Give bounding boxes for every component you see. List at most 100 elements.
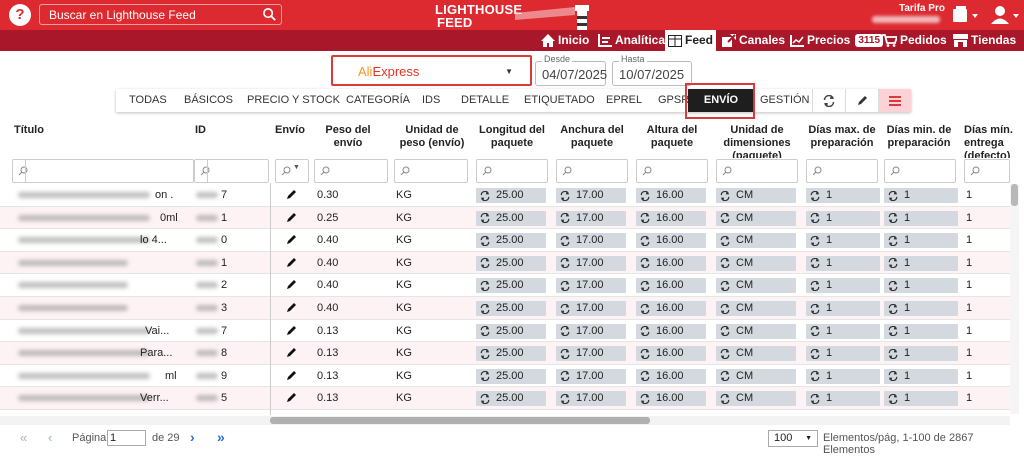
- alt-cell[interactable]: 16.00: [636, 210, 706, 226]
- edit-shipping-button[interactable]: [286, 302, 297, 314]
- tab-etiquetado[interactable]: ETIQUETADO: [524, 89, 595, 112]
- dim-cell[interactable]: CM: [716, 188, 796, 203]
- anch-cell[interactable]: 17.00: [556, 368, 626, 384]
- edit-shipping-button[interactable]: [286, 325, 297, 337]
- table-row[interactable]: Para... 8 0.13 KG 25.00 17.00 16.00 CM 1 1 1: [0, 342, 1010, 365]
- anch-cell[interactable]: 17.00: [556, 391, 626, 407]
- dmax-cell[interactable]: 1: [806, 210, 880, 226]
- column-filter-input[interactable]: [394, 159, 468, 183]
- anch-cell[interactable]: 17.00: [556, 188, 626, 203]
- col-header-id[interactable]: ID: [195, 124, 206, 137]
- table-row[interactable]: 0ml 1 0.25 KG 25.00 17.00 16.00 CM 1 1 1: [0, 206, 1010, 230]
- long-cell[interactable]: 25.00: [476, 233, 546, 249]
- tab-basicos[interactable]: BÁSICOS: [184, 89, 233, 112]
- column-filter-input[interactable]: [194, 159, 269, 183]
- alt-cell[interactable]: 16.00: [636, 233, 706, 249]
- column-filter-input[interactable]: [556, 159, 628, 183]
- nav-canales[interactable]: Canales: [722, 30, 785, 51]
- dmax-cell[interactable]: 1: [806, 346, 880, 362]
- dmax-cell[interactable]: 1: [806, 301, 880, 316]
- next-page-icon[interactable]: ›: [190, 429, 195, 445]
- dmax-cell[interactable]: 1: [806, 255, 880, 271]
- anch-cell[interactable]: 17.00: [556, 255, 626, 271]
- long-cell[interactable]: 25.00: [476, 301, 546, 316]
- column-filter-input[interactable]: [314, 159, 388, 183]
- alt-cell[interactable]: 16.00: [636, 188, 706, 203]
- col-header-unidad-dim[interactable]: Unidad de dimensiones (paquete): [716, 124, 798, 158]
- column-filter-input[interactable]: [964, 159, 1010, 183]
- col-header-longitud[interactable]: Longitud del paquete: [476, 124, 548, 150]
- nav-inicio[interactable]: Inicio: [541, 30, 589, 51]
- store-dropdown-icon[interactable]: [951, 5, 981, 25]
- long-cell[interactable]: 25.00: [476, 323, 546, 339]
- dim-cell[interactable]: CM: [716, 368, 796, 384]
- date-to-field[interactable]: Hasta 10/07/2025: [612, 54, 692, 86]
- dmax-cell[interactable]: 1: [806, 233, 880, 249]
- edit-shipping-button[interactable]: [286, 392, 297, 404]
- tab-detalle[interactable]: DETALLE: [461, 89, 509, 112]
- long-cell[interactable]: 25.00: [476, 368, 546, 384]
- anch-cell[interactable]: 17.00: [556, 301, 626, 316]
- dim-cell[interactable]: CM: [716, 323, 796, 339]
- dim-cell[interactable]: CM: [716, 278, 796, 294]
- edit-shipping-button[interactable]: [286, 234, 297, 246]
- edit-shipping-button[interactable]: [286, 212, 297, 224]
- first-page-icon[interactable]: «: [20, 430, 27, 445]
- refresh-tool-button[interactable]: [812, 89, 845, 112]
- long-cell[interactable]: 25.00: [476, 188, 546, 203]
- alt-cell[interactable]: 16.00: [636, 255, 706, 271]
- menu-tool-button[interactable]: [878, 89, 911, 112]
- nav-analitica[interactable]: Analítica: [598, 30, 665, 51]
- nav-precios[interactable]: Precios 3115: [790, 30, 884, 51]
- col-header-unidad-peso[interactable]: Unidad de peso (envío): [396, 124, 468, 150]
- dmax-cell[interactable]: 1: [806, 323, 880, 339]
- col-header-peso[interactable]: Peso del envío: [318, 124, 378, 150]
- anch-cell[interactable]: 17.00: [556, 210, 626, 226]
- nav-pedidos[interactable]: Pedidos: [882, 30, 947, 51]
- dmin-cell[interactable]: 1: [884, 255, 958, 271]
- prev-page-icon[interactable]: ‹: [48, 430, 52, 445]
- vertical-scroll-thumb[interactable]: [1011, 184, 1018, 206]
- col-header-dias-max[interactable]: Días max. de preparación: [806, 124, 878, 150]
- table-row[interactable]: Vai... 7 0.13 KG 25.00 17.00 16.00 CM 1 1 1: [0, 320, 1010, 343]
- dmax-cell[interactable]: 1: [806, 188, 880, 203]
- alt-cell[interactable]: 16.00: [636, 368, 706, 384]
- dim-cell[interactable]: CM: [716, 210, 796, 226]
- dim-cell[interactable]: CM: [716, 391, 796, 407]
- long-cell[interactable]: 25.00: [476, 278, 546, 294]
- column-filter-input[interactable]: ▼: [275, 159, 309, 183]
- dim-cell[interactable]: CM: [716, 233, 796, 249]
- tab-ids[interactable]: IDS: [422, 89, 440, 112]
- search-input[interactable]: Buscar en Lighthouse Feed: [39, 4, 282, 25]
- dim-cell[interactable]: CM: [716, 301, 796, 316]
- edit-shipping-button[interactable]: [286, 370, 297, 382]
- long-cell[interactable]: 25.00: [476, 210, 546, 226]
- dmax-cell[interactable]: 1: [806, 368, 880, 384]
- long-cell[interactable]: 25.00: [476, 255, 546, 271]
- alt-cell[interactable]: 16.00: [636, 323, 706, 339]
- dmin-cell[interactable]: 1: [884, 391, 958, 407]
- anch-cell[interactable]: 17.00: [556, 346, 626, 362]
- col-header-envio[interactable]: Envío: [275, 124, 305, 137]
- vertical-scrollbar[interactable]: [1010, 184, 1019, 414]
- dmin-cell[interactable]: 1: [884, 210, 958, 226]
- alt-cell[interactable]: 16.00: [636, 391, 706, 407]
- dmin-cell[interactable]: 1: [884, 346, 958, 362]
- column-filter-input[interactable]: [806, 159, 878, 183]
- table-row[interactable]: lo 4... 0 0.40 KG 25.00 17.00 16.00 CM 1 1 1: [0, 229, 1010, 252]
- help-icon[interactable]: ?: [9, 4, 31, 26]
- table-row[interactable]: 1 0.40 KG 25.00 17.00 16.00 CM 1 1 1: [0, 251, 1010, 275]
- edit-shipping-button[interactable]: [286, 257, 297, 269]
- column-filter-input[interactable]: [12, 159, 194, 183]
- column-filter-input[interactable]: [476, 159, 548, 183]
- table-row[interactable]: ml 9 0.13 KG 25.00 17.00 16.00 CM 1 1 1: [0, 365, 1010, 388]
- dmin-cell[interactable]: 1: [884, 233, 958, 249]
- edit-shipping-button[interactable]: [286, 347, 297, 359]
- alt-cell[interactable]: 16.00: [636, 301, 706, 316]
- tab-categoria[interactable]: CATEGORÍA: [346, 89, 410, 112]
- dmin-cell[interactable]: 1: [884, 301, 958, 316]
- per-page-select[interactable]: 100 ▼: [768, 430, 818, 447]
- anch-cell[interactable]: 17.00: [556, 278, 626, 294]
- dim-cell[interactable]: CM: [716, 346, 796, 362]
- tab-gestion[interactable]: GESTIÓN: [760, 89, 810, 112]
